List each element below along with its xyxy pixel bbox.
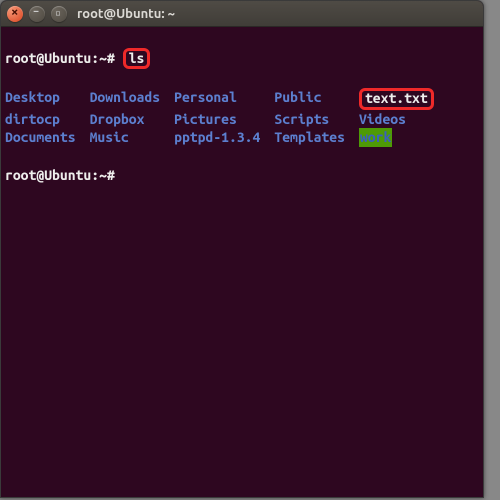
maximize-icon[interactable] (51, 6, 67, 22)
ls-item: Dropbox (90, 110, 161, 129)
ls-item: Templates (274, 128, 345, 147)
red-highlight: text.txt (359, 88, 434, 109)
ls-item: text.txt (359, 88, 434, 109)
ls-item: work (359, 128, 434, 147)
ls-item: pptpd-1.3.4 (174, 128, 260, 147)
titlebar[interactable]: root@Ubuntu: ~ (1, 1, 483, 27)
command-text: ls (129, 50, 145, 66)
ls-item: Personal (174, 88, 260, 109)
prompt-userhost: root@Ubuntu (5, 50, 91, 66)
window-title: root@Ubuntu: ~ (77, 7, 175, 21)
ls-item: dirtocp (5, 110, 76, 129)
ls-item: Pictures (174, 110, 260, 129)
ls-item: Downloads (90, 88, 161, 109)
ls-item: Documents (5, 128, 76, 147)
ls-item: Public (274, 88, 345, 109)
ls-item: Music (90, 128, 161, 147)
prompt-symbol: # (107, 50, 115, 66)
prompt-path: ~ (99, 50, 107, 66)
window-controls (7, 6, 67, 22)
minimize-icon[interactable] (29, 6, 45, 22)
prompt-line-2: root@Ubuntu:~# (5, 166, 479, 185)
ls-item: Scripts (274, 110, 345, 129)
green-highlight: work (359, 128, 392, 147)
ls-item: Desktop (5, 88, 76, 109)
cursor (123, 169, 131, 183)
ls-output: Desktop Downloads Personal Public text.txt di… (5, 88, 479, 147)
prompt-symbol-2: # (107, 167, 115, 183)
command-highlight: ls (123, 48, 151, 69)
terminal-window: root@Ubuntu: ~ root@Ubuntu:~# ls Desktop… (0, 0, 484, 498)
prompt-userhost-2: root@Ubuntu (5, 167, 91, 183)
terminal-body[interactable]: root@Ubuntu:~# ls Desktop Downloads Person… (1, 27, 483, 225)
close-icon[interactable] (7, 6, 23, 22)
prompt-line-1: root@Ubuntu:~# ls (5, 48, 479, 69)
ls-item: Videos (359, 110, 434, 129)
prompt-path-2: ~ (99, 167, 107, 183)
